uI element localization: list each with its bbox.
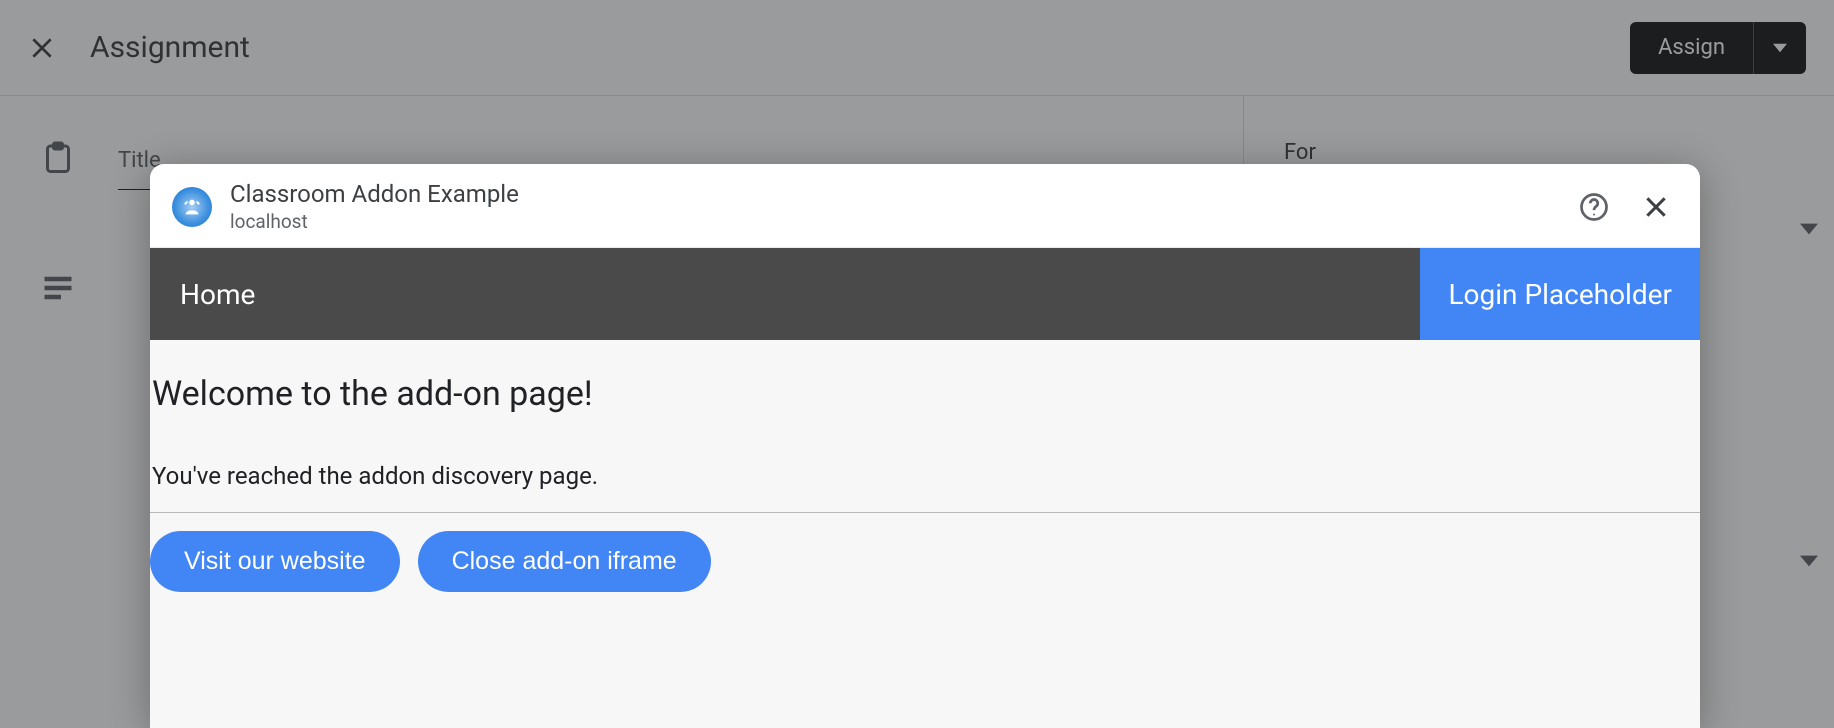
dialog-title: Classroom Addon Example	[230, 180, 1554, 208]
close-iframe-button[interactable]: Close add-on iframe	[418, 531, 711, 592]
addon-navbar: Home Login Placeholder	[150, 248, 1700, 340]
visit-website-label: Visit our website	[184, 547, 366, 575]
nav-home-link[interactable]: Home	[150, 248, 1420, 340]
visit-website-button[interactable]: Visit our website	[150, 531, 400, 592]
addon-iframe-content: Home Login Placeholder Welcome to the ad…	[150, 248, 1700, 728]
divider	[150, 512, 1700, 513]
addon-button-row: Visit our website Close add-on iframe	[150, 531, 1700, 592]
addon-dialog: Classroom Addon Example localhost Home L…	[150, 164, 1700, 728]
addon-content: Welcome to the add-on page! You've reach…	[150, 340, 1700, 592]
welcome-heading: Welcome to the add-on page!	[150, 374, 1700, 414]
discovery-text: You've reached the addon discovery page.	[150, 462, 1700, 490]
close-dialog-button[interactable]	[1634, 185, 1678, 229]
dialog-header: Classroom Addon Example localhost	[150, 164, 1700, 248]
close-icon	[1643, 194, 1669, 220]
nav-home-label: Home	[180, 278, 255, 311]
nav-login-link[interactable]: Login Placeholder	[1420, 248, 1700, 340]
dialog-titles: Classroom Addon Example localhost	[230, 180, 1554, 233]
nav-login-label: Login Placeholder	[1448, 278, 1672, 311]
addon-logo	[172, 187, 212, 227]
help-button[interactable]	[1572, 185, 1616, 229]
help-icon	[1579, 192, 1609, 222]
person-raised-icon	[181, 196, 203, 218]
close-iframe-label: Close add-on iframe	[452, 547, 677, 575]
dialog-subtitle: localhost	[230, 210, 1554, 233]
